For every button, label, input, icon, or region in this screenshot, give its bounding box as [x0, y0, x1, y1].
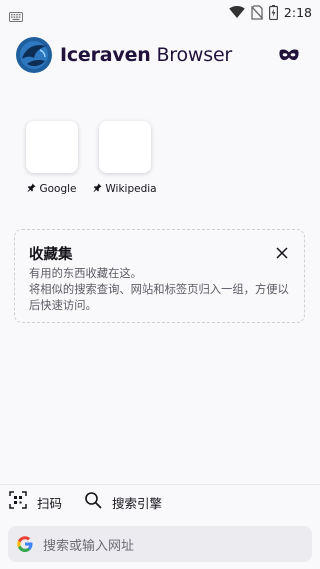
address-bar[interactable]: 搜索或输入网址	[8, 526, 312, 562]
status-bar: 2:18	[0, 0, 320, 24]
qr-scan-icon	[9, 491, 27, 513]
private-browsing-button[interactable]	[278, 44, 300, 66]
site-label: Google	[27, 183, 77, 195]
top-site-wikipedia[interactable]: Wikipedia	[93, 121, 157, 195]
scan-button[interactable]: 扫码	[9, 491, 63, 513]
site-tile[interactable]	[99, 121, 151, 173]
collections-description: 有用的东西收藏在这。 将相似的搜索查询、网站和标签页归入一组，方便以后快速访问。	[29, 267, 289, 312]
search-icon	[84, 491, 102, 513]
search-engine-label: 搜索引擎	[112, 495, 163, 511]
battery-icon	[268, 4, 278, 20]
google-icon[interactable]	[16, 535, 34, 553]
pin-icon	[93, 183, 102, 195]
brand-name-rest: Browser	[150, 44, 233, 66]
collections-close-button[interactable]	[274, 245, 290, 261]
top-site-google[interactable]: Google	[21, 121, 83, 195]
brand: Iceraven Browser	[15, 37, 232, 73]
no-sim-icon	[250, 4, 263, 20]
keyboard-icon	[9, 7, 23, 26]
wifi-icon	[229, 5, 245, 19]
site-label-text: Google	[39, 183, 77, 195]
collections-placeholder: 收藏集 有用的东西收藏在这。 将相似的搜索查询、网站和标签页归入一组，方便以后快…	[14, 229, 305, 323]
brand-name-bold: Iceraven	[60, 44, 151, 66]
site-tile[interactable]	[26, 121, 78, 173]
close-icon	[274, 246, 290, 265]
scan-label: 扫码	[37, 495, 63, 511]
status-time: 2:18	[283, 4, 312, 20]
search-engine-button[interactable]: 搜索引擎	[84, 492, 162, 512]
iceraven-logo-icon	[15, 36, 53, 74]
collections-title: 收藏集	[29, 247, 73, 263]
address-bar-placeholder: 搜索或输入网址	[43, 538, 135, 554]
pin-icon	[27, 183, 37, 195]
site-label-text: Wikipedia	[105, 183, 157, 195]
top-sites: Google Wikipedia	[21, 121, 167, 195]
brand-name: Iceraven Browser	[60, 44, 232, 66]
divider	[0, 484, 320, 485]
status-icons: 2:18	[229, 3, 312, 21]
home-screen: 2:18 Iceraven Browser Google Wikipedia 收…	[0, 0, 320, 569]
mask-icon	[279, 46, 299, 65]
site-label: Wikipedia	[93, 183, 157, 195]
